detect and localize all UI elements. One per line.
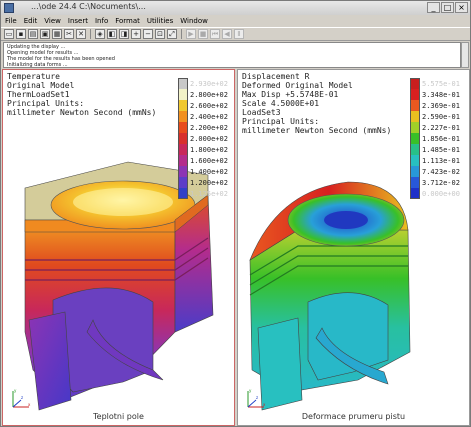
legend-swatch [410,144,420,155]
frames-back-icon[interactable]: ◨ [119,29,129,39]
frames-icon[interactable]: ◧ [107,29,117,39]
menu-format[interactable]: Format [115,17,140,25]
legend-label: 2.369e-01 [422,101,460,110]
pause-icon[interactable]: Ⅱ [234,29,244,39]
zoom-box-icon[interactable]: ⊡ [155,29,165,39]
legend-swatch [178,78,188,89]
axis-triad-icon: y x z [247,388,266,408]
legend-label: 1.856e-01 [422,134,460,143]
legend-swatch [178,122,188,133]
message-line: Initializing data forms ... [7,62,68,68]
legend-swatch [178,177,188,188]
legend-label: 7.423e-02 [422,167,460,176]
close-window-button[interactable]: × [455,2,468,13]
axis-y-label: y [249,388,252,393]
legend-swatch [410,155,420,166]
window-title: ...\ode 24.4 C:\Nocuments\... [31,2,146,11]
legend-swatch [178,166,188,177]
axis-z-label: z [256,395,258,400]
legend-label: 2.800e+02 [190,90,228,99]
legend-swatch [178,155,188,166]
menu-bar: File Edit View Insert Info Format Utilit… [1,15,470,27]
axis-triad-icon: y x z [12,388,31,408]
zoom-out-icon[interactable]: − [143,29,153,39]
save-icon[interactable]: ▪ [16,29,26,39]
axis-z-label: z [21,395,23,400]
refit-icon[interactable]: ⤢ [167,29,177,39]
menu-view[interactable]: View [44,17,61,25]
legend-swatch [410,166,420,177]
legend-swatch [178,100,188,111]
menu-window[interactable]: Window [180,17,208,25]
axis-y-label: y [14,388,17,393]
open-icon[interactable]: ▭ [4,29,14,39]
stop-icon[interactable]: ■ [198,29,208,39]
legend-swatch [178,188,188,199]
legend-swatch [410,89,420,100]
title-bar: ...\ode 24.4 C:\Nocuments\... _ □ × [1,1,470,15]
play-icon[interactable]: ▶ [186,29,196,39]
copy-icon[interactable]: ▣ [40,29,50,39]
legend-label: 1.485e-01 [422,145,460,154]
rewind-icon[interactable]: ⏮ [210,29,220,39]
app-icon [4,3,14,13]
legend-label: 1.600e+02 [190,156,228,165]
legend-label: 1.200e+02 [190,178,228,187]
legend-label: 2.400e+02 [190,112,228,121]
legend-swatch [178,144,188,155]
legend-label: 1.113e-01 [422,156,460,165]
displacement-legend: 5.575e-01 3.348e-01 2.369e-01 2.590e-01 … [410,78,460,199]
legend-label: 1.800e+02 [190,145,228,154]
legend-swatch [410,100,420,111]
legend-swatch [410,122,420,133]
message-log: Updating the display ... Opening model f… [3,42,461,68]
legend-label: 0.000e+00 [422,189,460,198]
legend-label: 3.348e-01 [422,90,460,99]
menu-file[interactable]: File [5,17,17,25]
menu-info[interactable]: Info [95,17,108,25]
legend-swatch [178,111,188,122]
menu-edit[interactable]: Edit [24,17,38,25]
legend-label: 2.200e+02 [190,123,228,132]
temperature-legend: 2.930e+02 2.800e+02 2.600e+02 2.400e+02 … [178,78,228,199]
view-caption: Deformace prumeru pistu [301,412,406,421]
menu-insert[interactable]: Insert [68,17,88,25]
zoom-in-icon[interactable]: + [131,29,141,39]
legend-swatch [410,133,420,144]
minimize-button[interactable]: _ [427,2,440,13]
menu-utilities[interactable]: Utilities [147,17,173,25]
axis-x-label: x [263,402,266,407]
app-window: ...\ode 24.4 C:\Nocuments\... _ □ × File… [0,0,471,427]
legend-label: 2.600e+02 [190,101,228,110]
view-caption: Teplotni pole [93,412,144,421]
toolbar: ▭ ▪ ▤ ▣ ▦ ✂ ✕ ◈ ◧ ◨ + − ⊡ ⤢ ▶ ■ ⏮ ◀ Ⅱ [1,27,470,41]
maximize-button[interactable]: □ [441,2,454,13]
step-back-icon[interactable]: ◀ [222,29,232,39]
legend-label: 5.575e-01 [422,79,460,88]
legend-label: 2.000e+02 [190,134,228,143]
temperature-viewport[interactable]: Temperature Original Model ThermLoadSet1… [2,69,235,426]
cut-icon[interactable]: ✂ [64,29,74,39]
legend-label: 1.125e+02 [190,189,228,198]
close-icon[interactable]: ✕ [76,29,86,39]
displacement-viewport[interactable]: Displacement R Deformed Original Model M… [237,69,470,426]
legend-label: 3.712e-02 [422,178,460,187]
legend-swatch [410,78,420,89]
legend-swatch [178,133,188,144]
legend-label: 2.930e+02 [190,79,228,88]
print-icon[interactable]: ▤ [28,29,38,39]
paste-icon[interactable]: ▦ [52,29,62,39]
legend-label: 2.590e-01 [422,112,460,121]
axis-x-label: x [28,402,31,407]
legend-swatch [410,111,420,122]
message-scrollbar[interactable] [461,42,469,68]
legend-swatch [178,89,188,100]
animate-icon[interactable]: ◈ [95,29,105,39]
legend-swatch [410,177,420,188]
legend-swatch [410,188,420,199]
legend-label: 1.400e+02 [190,167,228,176]
legend-label: 2.227e-01 [422,123,460,132]
